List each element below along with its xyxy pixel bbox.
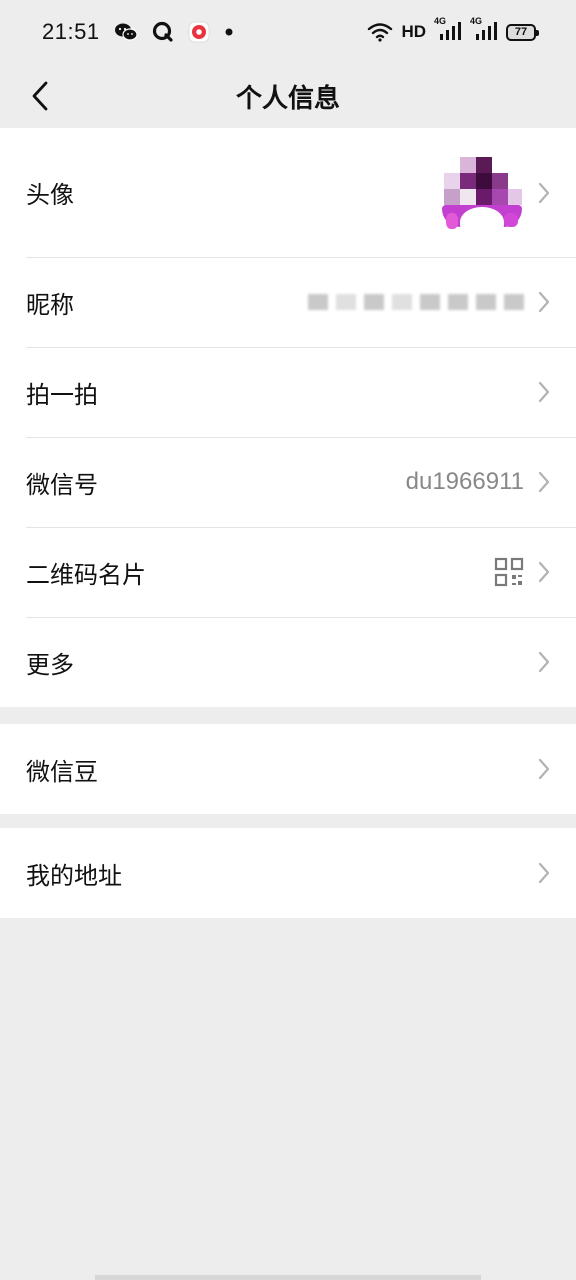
row-wechat-beans[interactable]: 微信豆: [0, 724, 576, 814]
chevron-right-icon: [538, 758, 550, 780]
chevron-right-icon: [538, 862, 550, 884]
page-title: 个人信息: [235, 83, 340, 114]
nav-header: 个人信息: [0, 64, 576, 128]
signal-4g-icon: 4G: [434, 16, 462, 42]
battery-icon: 77: [506, 23, 539, 41]
row-my-address-label: 我的地址: [26, 861, 122, 890]
row-my-address[interactable]: 我的地址: [0, 828, 576, 918]
status-bar: 21:51 HD 4G 4G 77: [0, 0, 576, 64]
address-group: 我的地址: [0, 828, 576, 918]
nickname-value: *** ***: [308, 294, 524, 310]
blur-block: [504, 294, 524, 310]
qr-code-icon: [494, 557, 524, 587]
row-wechat-beans-label: 微信豆: [26, 757, 98, 786]
row-qr-card-label: 二维码名片: [26, 560, 146, 589]
blur-block: [336, 294, 356, 310]
hd-icon: HD: [401, 22, 426, 41]
row-nickname[interactable]: 昵称 *** ***: [0, 257, 576, 347]
blur-block: [476, 294, 496, 310]
row-pat[interactable]: 拍一拍: [0, 347, 576, 437]
row-wechat-id[interactable]: 微信号 du1966911: [0, 437, 576, 527]
blur-block: [392, 294, 412, 310]
avatar[interactable]: [434, 143, 524, 243]
beans-group: 微信豆: [0, 724, 576, 814]
battery-level: 77: [514, 26, 528, 38]
row-more[interactable]: 更多: [0, 617, 576, 707]
profile-group: 头像 昵称 拍一拍 微信号 du1966911 二维码名片 更多: [0, 128, 576, 707]
chevron-right-icon: [538, 561, 550, 583]
record-icon: [188, 21, 210, 43]
status-right: HD 4G 4G 77: [367, 16, 539, 42]
signal-1-label: 4G: [434, 16, 447, 26]
row-more-label: 更多: [26, 650, 74, 679]
blur-block: [364, 294, 384, 310]
wifi-icon: [367, 22, 393, 42]
q-app-icon: [152, 21, 174, 43]
row-wechat-id-label: 微信号: [26, 470, 98, 499]
chevron-right-icon: [538, 471, 550, 493]
status-left: 21:51: [42, 19, 234, 45]
chevron-right-icon: [538, 651, 550, 673]
row-nickname-label: 昵称: [26, 290, 74, 319]
status-time: 21:51: [42, 19, 100, 44]
chevron-right-icon: [538, 381, 550, 403]
blur-block: [448, 294, 468, 310]
row-avatar[interactable]: 头像: [0, 128, 576, 257]
signal-2-label: 4G: [470, 16, 483, 26]
home-indicator: [95, 1275, 481, 1280]
blur-block: [420, 294, 440, 310]
wechat-icon: [114, 22, 138, 42]
chevron-right-icon: [538, 182, 550, 204]
row-pat-label: 拍一拍: [26, 380, 98, 409]
wechat-id-value: du1966911: [405, 468, 524, 495]
row-avatar-label: 头像: [26, 181, 74, 209]
row-qr-card[interactable]: 二维码名片: [0, 527, 576, 617]
signal-4g-icon: 4G: [470, 16, 498, 42]
chevron-right-icon: [538, 291, 550, 313]
chevron-left-icon: [32, 81, 48, 111]
back-button[interactable]: [18, 74, 62, 118]
dot-icon: [224, 27, 234, 37]
